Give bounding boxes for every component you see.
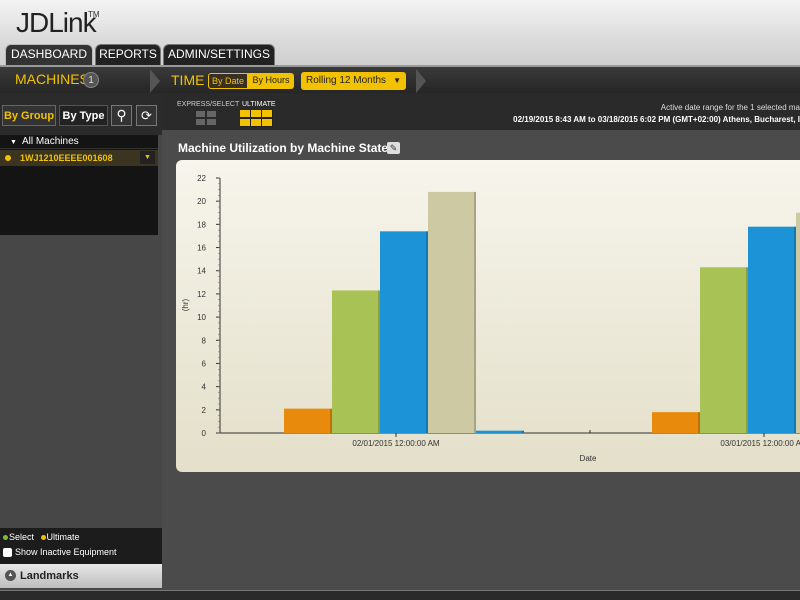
sidebar-legend: Select Ultimate Show Inactive Equipment [0,528,162,564]
legend-ultimate: Ultimate [46,532,80,542]
dashboard-main: EXPRESS/SELECT ULTIMATE Active date rang… [162,93,800,600]
tab-reports[interactable]: REPORTS [95,44,161,65]
chart-bar [476,430,524,433]
dropdown-arrow-icon: ▼ [393,76,401,85]
date-range-value: 02/19/2015 8:43 AM to 03/18/2015 6:02 PM… [513,115,800,124]
chart-bar-shade [746,267,748,433]
all-machines-label: All Machines [21,136,79,147]
machine-sidebar: By Group By Type ⚲ ⟳ ▼ All Machines 1WJ12… [0,93,162,600]
chart-bar-shade [522,430,524,433]
select-dot-icon [3,535,8,540]
expand-up-icon: ▲ [5,570,16,581]
y-tick-label: 16 [197,244,206,253]
by-group-button[interactable]: By Group [2,105,56,126]
chevron-down-icon[interactable]: ▼ [140,151,155,164]
sidebar-toolbar: By Group By Type ⚲ ⟳ [0,93,162,135]
chart-bar-shade [474,191,476,433]
y-tick-label: 0 [202,429,207,438]
time-filter-label[interactable]: TIME [171,72,204,88]
by-hours-toggle[interactable]: By Hours [248,73,294,89]
y-tick-label: 8 [202,336,207,345]
express-view-icon[interactable] [196,111,216,125]
chart-bar [428,191,476,433]
tab-admin-settings[interactable]: ADMIN/SETTINGS [163,44,275,65]
jdlink-logo: JDLink [16,7,97,38]
y-axis-label: (hr) [181,298,190,311]
y-tick-label: 6 [202,359,207,368]
search-icon[interactable]: ⚲ [111,105,132,126]
chart-title: Machine Utilization by Machine State [178,141,389,155]
all-machines-group[interactable]: ▼ All Machines [0,135,158,149]
show-inactive-checkbox[interactable]: Show Inactive Equipment [3,547,117,558]
chart-bar [796,212,800,433]
filter-bar: MACHINES 1 TIME By Date By Hours Rolling… [0,65,800,93]
express-select-label: EXPRESS/SELECT [177,101,240,108]
chart-bar-shade [378,290,380,433]
chart-bar [652,412,700,433]
by-type-button[interactable]: By Type [59,105,108,126]
date-range-select-value: Rolling 12 Months [306,75,387,86]
x-axis-label: Date [580,454,597,463]
machines-count-badge: 1 [83,72,99,88]
landmarks-label: Landmarks [20,570,79,582]
chevron-right-icon [150,69,160,93]
app-header: JDLink TM [0,0,800,44]
checkbox-icon[interactable] [3,548,12,558]
machine-list-item[interactable]: 1WJ1210EEEE001608 ▼ [0,150,158,166]
x-tick-label: 02/01/2015 12:00:00 AM [352,439,440,448]
legend-select: Select [9,532,35,542]
chart-bar-shade [426,231,428,433]
y-tick-label: 22 [197,174,206,183]
date-range-note: Active date range for the 1 selected ma [660,103,800,112]
y-tick-label: 12 [197,290,206,299]
y-tick-label: 4 [202,383,207,392]
machines-filter-label[interactable]: MACHINES [15,71,89,87]
collapse-triangle-icon: ▼ [10,139,17,146]
ultimate-view-icon[interactable] [240,110,273,127]
legend-line: Select Ultimate [3,532,80,542]
y-tick-label: 10 [197,313,206,322]
ultimate-label: ULTIMATE [242,101,276,108]
view-toolbar: EXPRESS/SELECT ULTIMATE Active date rang… [162,93,800,130]
ultimate-dot-icon [40,535,46,540]
landmarks-panel-toggle[interactable]: ▲ Landmarks [0,564,162,588]
chart-bar [284,408,332,433]
chart-panel: 0 2 4 6 8 10 12 14 16 18 20 22 (hr) Date 02/01/2015 12… [176,160,800,472]
machine-id: 1WJ1210EEEE001608 [20,153,113,163]
trademark-mark: TM [88,10,100,19]
edit-icon[interactable]: ✎ [387,142,400,154]
refresh-icon[interactable]: ⟳ [136,105,157,126]
bottom-scrollbar[interactable] [0,590,800,600]
y-tick-label: 14 [197,267,206,276]
y-tick-label: 20 [197,197,206,206]
chart-bar-shade [698,412,700,433]
x-tick-label: 03/01/2015 12:00:00 AM [720,439,800,448]
ultimate-status-dot [5,155,11,161]
show-inactive-label: Show Inactive Equipment [15,547,117,557]
machine-list: ▼ All Machines 1WJ1210EEEE001608 ▼ [0,135,158,235]
main-tabs: DASHBOARD REPORTS ADMIN/SETTINGS [0,44,800,65]
chart-bar [332,290,380,433]
chart-bar [700,267,748,433]
chart-bar [380,231,428,433]
tab-dashboard[interactable]: DASHBOARD [5,44,93,65]
chevron-right-icon [416,69,426,93]
y-tick-label: 18 [197,220,206,229]
by-date-toggle[interactable]: By Date [208,73,248,89]
y-tick-label: 2 [202,406,207,415]
chart-bar-shade [794,226,796,433]
date-range-select[interactable]: Rolling 12 Months ▼ [301,72,406,90]
utilization-chart: 0 2 4 6 8 10 12 14 16 18 20 22 (hr) Date 02/01/2015 12… [181,174,800,463]
chart-bar [748,226,796,433]
chart-bar-shade [330,408,332,433]
